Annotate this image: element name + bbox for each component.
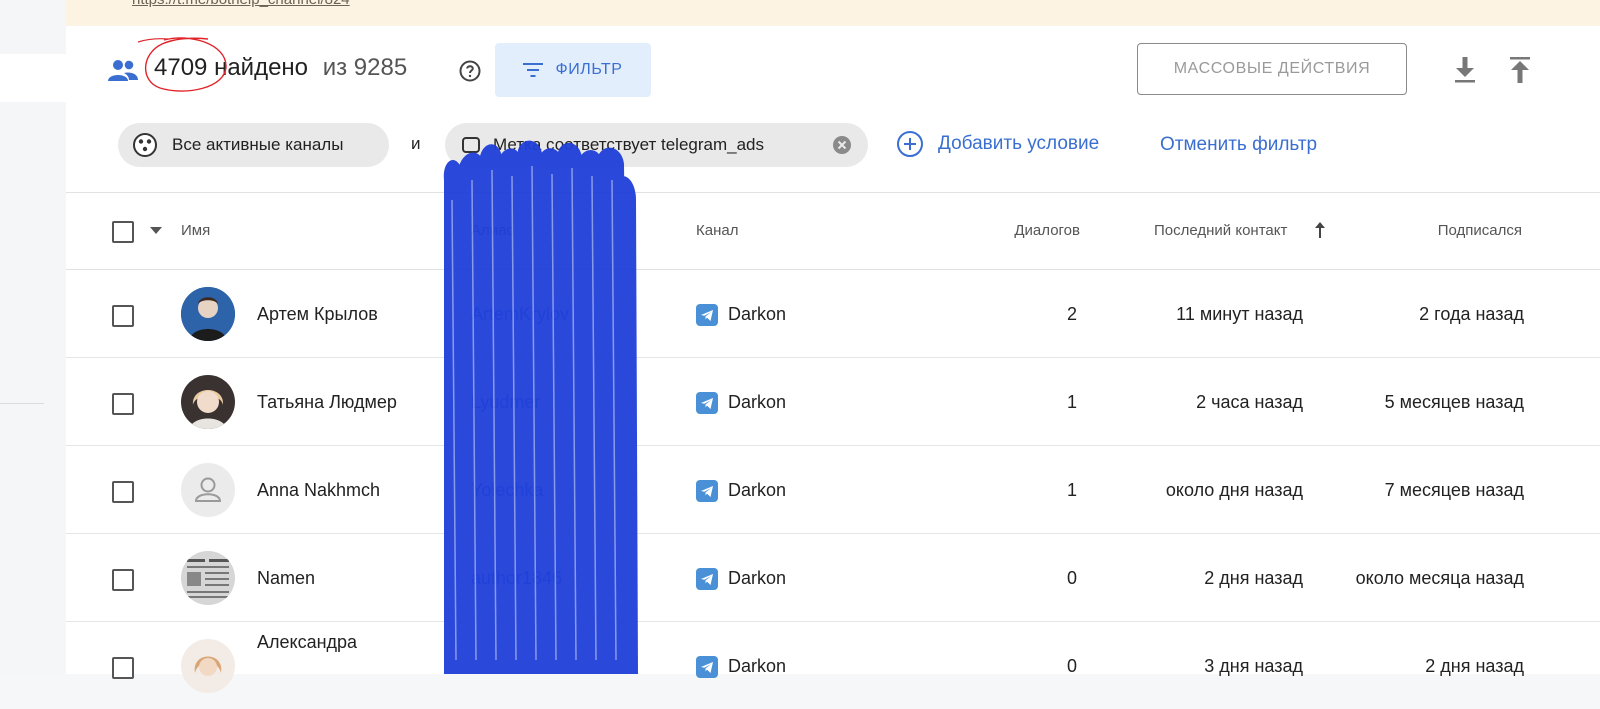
column-alias[interactable]: Алиас <box>471 222 514 239</box>
left-sidebar-strip <box>0 0 66 674</box>
dialogs-count: 1 <box>1066 480 1077 500</box>
column-channel[interactable]: Канал <box>696 222 738 239</box>
table-row[interactable]: Артем Крылов ArtemKrylov Darkon 2 11 мин… <box>66 270 1600 358</box>
subscribed-date: около месяца назад <box>1355 568 1524 588</box>
person-icon <box>194 477 222 502</box>
contact-name[interactable]: Anna Nakhmch <box>257 480 380 501</box>
chevron-down-icon[interactable] <box>150 227 162 235</box>
filter-conditions: Все активные каналы и Метка соответствуе… <box>66 116 1600 192</box>
contacts-table: Имя Алиас Канал Диалогов Последний конта… <box>66 192 1600 693</box>
table-row[interactable]: Татьяна Людмер Lyudmer Darkon 1 2 часа н… <box>66 358 1600 446</box>
last-contact: 11 минут назад <box>1176 304 1303 324</box>
channel-filter-chip[interactable]: Все активные каналы <box>118 123 389 167</box>
contact-alias[interactable]: Lyudmer <box>471 392 540 413</box>
telegram-icon <box>696 392 718 414</box>
mass-actions-button[interactable]: МАССОВЫЕ ДЕЙСТВИЯ <box>1137 43 1407 95</box>
total-count: из 9285 <box>322 54 408 81</box>
add-condition-label: Добавить условие <box>938 133 1100 154</box>
column-dialogs[interactable]: Диалогов <box>1014 222 1080 239</box>
table-row[interactable]: Anna Nakhmch Yolechka Darkon 1 около дня… <box>66 446 1600 534</box>
channel-name: Darkon <box>728 304 787 324</box>
add-condition-button[interactable]: Добавить условие <box>896 130 1099 158</box>
avatar <box>181 639 235 693</box>
upload-icon[interactable] <box>1507 56 1533 84</box>
telegram-icon <box>696 304 718 326</box>
sort-arrow-up-icon[interactable] <box>1315 222 1325 238</box>
filter-button[interactable]: ФИЛЬТР <box>495 43 651 97</box>
avatar <box>181 375 235 429</box>
filter-list-icon <box>523 63 544 77</box>
contact-alias[interactable]: author1846 <box>471 568 562 589</box>
last-contact: 2 часа назад <box>1196 392 1303 412</box>
tag-filter-label: Метка соответствует telegram_ads <box>493 135 765 154</box>
telegram-icon <box>696 656 718 678</box>
table-header: Имя Алиас Канал Диалогов Последний конта… <box>66 193 1600 270</box>
filter-button-label: ФИЛЬТР <box>555 61 623 78</box>
help-icon[interactable] <box>458 59 482 83</box>
add-circle-icon <box>897 131 923 157</box>
found-count: 4709 <box>138 37 227 92</box>
sidebar-active-block <box>0 54 66 102</box>
users-icon <box>108 60 138 81</box>
subscribed-date: 5 месяцев назад <box>1384 392 1524 412</box>
row-checkbox[interactable] <box>112 657 134 679</box>
contact-alias[interactable]: ArtemKrylov <box>471 304 569 325</box>
contact-name[interactable]: Namen <box>257 568 315 589</box>
and-connector: и <box>411 134 421 153</box>
contact-name[interactable]: Артем Крылов <box>257 304 378 325</box>
contact-alias[interactable]: Yolechka <box>471 480 543 501</box>
avatar <box>181 287 235 341</box>
last-contact: около дня назад <box>1165 480 1303 500</box>
close-icon[interactable] <box>832 135 852 155</box>
annotation-circle <box>138 37 227 92</box>
channels-icon <box>133 133 157 157</box>
channel-filter-label: Все активные каналы <box>172 135 344 154</box>
avatar-placeholder <box>181 463 235 517</box>
cancel-filter-link[interactable]: Отменить фильтр <box>1160 134 1317 156</box>
dialogs-count: 0 <box>1066 568 1077 588</box>
row-checkbox[interactable] <box>112 393 134 415</box>
subscribed-date: 7 месяцев назад <box>1384 480 1524 500</box>
select-all-checkbox[interactable] <box>112 221 134 243</box>
dialogs-count: 1 <box>1066 392 1077 412</box>
avatar <box>181 551 235 605</box>
channel-name: Darkon <box>728 392 787 412</box>
download-icon[interactable] <box>1452 56 1478 84</box>
subscribed-date: 2 года назад <box>1419 304 1524 324</box>
main-panel: https://t.me/bothelp_channel/824 4709 на… <box>66 0 1600 693</box>
tag-filter-chip[interactable]: Метка соответствует telegram_ads <box>445 123 868 167</box>
banner-link[interactable]: https://t.me/bothelp_channel/824 <box>132 0 350 8</box>
telegram-icon <box>696 568 718 590</box>
column-last-contact[interactable]: Последний контакт <box>1154 222 1287 239</box>
sidebar-divider <box>0 403 44 404</box>
channel-name: Darkon <box>728 480 787 500</box>
info-banner: https://t.me/bothelp_channel/824 <box>66 0 1600 26</box>
row-checkbox[interactable] <box>112 481 134 503</box>
contacts-count: 4709 найдено из 9285 <box>138 37 408 92</box>
list-header: 4709 найдено из 9285 ФИЛЬТР МАССОВЫЕ ДЕЙ… <box>66 26 1600 116</box>
row-checkbox[interactable] <box>112 305 134 327</box>
contact-name[interactable]: Александра <box>257 632 357 653</box>
table-row[interactable]: Александра Darkon 0 3 дня назад 2 дня на… <box>66 622 1600 709</box>
contact-name[interactable]: Татьяна Людмер <box>257 392 397 413</box>
last-contact: 2 дня назад <box>1204 568 1303 588</box>
channel-name: Darkon <box>728 568 787 588</box>
column-subscribed[interactable]: Подписался <box>1438 222 1522 239</box>
telegram-icon <box>696 480 718 502</box>
row-checkbox[interactable] <box>112 569 134 591</box>
column-name[interactable]: Имя <box>181 222 210 239</box>
dialogs-count: 2 <box>1066 304 1077 324</box>
tag-icon <box>462 137 480 153</box>
table-row[interactable]: Namen author1846 Darkon 0 2 дня назад ок… <box>66 534 1600 622</box>
